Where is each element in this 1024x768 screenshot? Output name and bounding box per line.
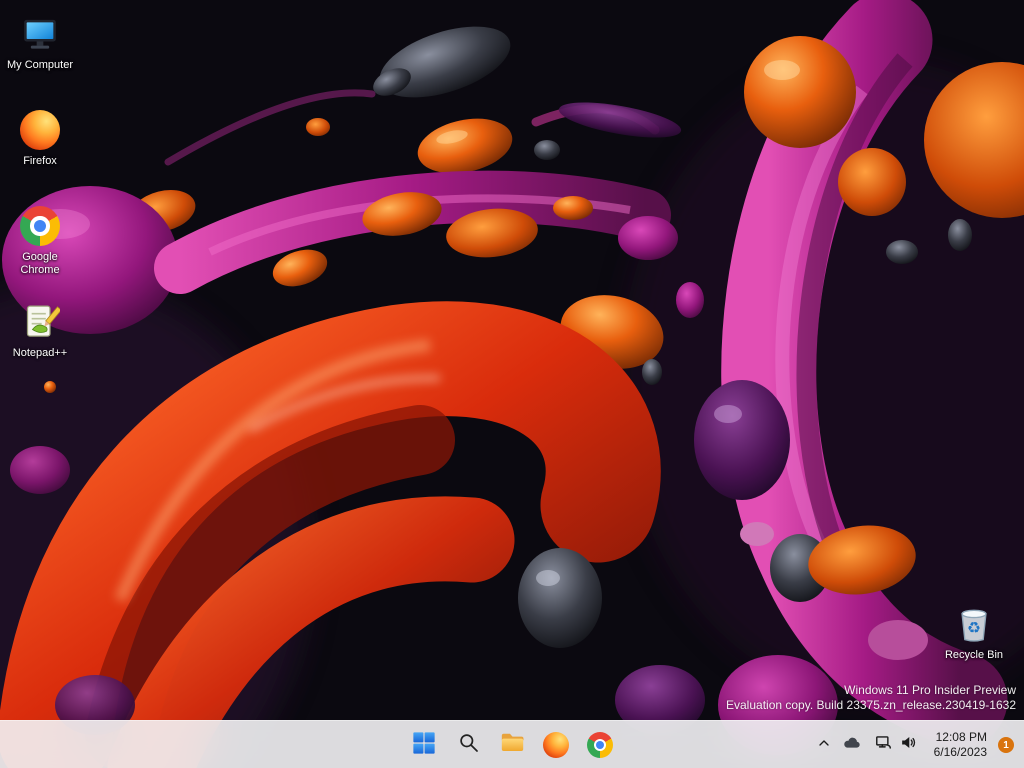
quick-settings-button[interactable] (867, 725, 925, 765)
svg-text:♻: ♻ (967, 620, 981, 637)
tray-date: 6/16/2023 (933, 745, 987, 759)
windows-logo-icon (411, 730, 437, 761)
desktop-icon-notepad-plus-plus[interactable]: Notepad++ (2, 292, 78, 388)
desktop-icons: My Computer Firefox Google Chrome Notepa… (2, 4, 78, 388)
tray-time: 12:08 PM (935, 730, 987, 744)
desktop-icon-my-computer[interactable]: My Computer (2, 4, 78, 100)
watermark-line1: Windows 11 Pro Insider Preview (844, 683, 1016, 697)
hidden-icons-button[interactable] (811, 725, 837, 765)
desktop-icon-recycle-bin[interactable]: ♻ Recycle Bin (936, 594, 1012, 662)
firefox-taskbar-button[interactable] (536, 725, 576, 765)
desktop-icon-label: Recycle Bin (944, 649, 1004, 661)
taskbar-center-icons (404, 725, 620, 765)
wallpaper (0, 0, 1024, 768)
clock-button[interactable]: 12:08 PM 6/16/2023 (925, 725, 996, 765)
evaluation-watermark: Windows 11 Pro Insider Preview Evaluatio… (726, 683, 1016, 713)
search-icon (456, 730, 481, 760)
volume-icon (899, 733, 918, 757)
my-computer-icon (18, 12, 62, 56)
folder-icon (499, 729, 526, 761)
chrome-taskbar-button[interactable] (580, 725, 620, 765)
notification-badge[interactable]: 1 (998, 737, 1014, 753)
start-button[interactable] (404, 725, 444, 765)
tray-clock: 12:08 PM 6/16/2023 (930, 730, 991, 760)
desktop-icon-label: Notepad++ (12, 347, 68, 359)
system-tray: 12:08 PM 6/16/2023 1 (811, 721, 1022, 768)
notepad-plus-plus-icon (18, 300, 62, 344)
desktop[interactable]: My Computer Firefox Google Chrome Notepa… (0, 0, 1024, 768)
desktop-icon-google-chrome[interactable]: Google Chrome (2, 196, 78, 292)
chrome-icon (18, 204, 62, 248)
firefox-icon (543, 732, 569, 758)
search-button[interactable] (448, 725, 488, 765)
desktop-icon-label: Google Chrome (20, 251, 60, 276)
network-icon (874, 733, 893, 757)
firefox-icon (18, 108, 62, 152)
watermark-line2: Evaluation copy. Build 23375.zn_release.… (726, 698, 1016, 712)
desktop-icon-label: My Computer (6, 59, 74, 71)
desktop-icon-label: Firefox (23, 155, 57, 167)
file-explorer-button[interactable] (492, 725, 532, 765)
desktop-icon-firefox[interactable]: Firefox (2, 100, 78, 196)
onedrive-tray-button[interactable] (837, 725, 867, 765)
taskbar: 12:08 PM 6/16/2023 1 (0, 720, 1024, 768)
chevron-up-icon (816, 735, 832, 756)
recycle-bin-icon: ♻ (952, 602, 996, 646)
cloud-icon (842, 733, 862, 758)
chrome-icon (587, 732, 613, 758)
